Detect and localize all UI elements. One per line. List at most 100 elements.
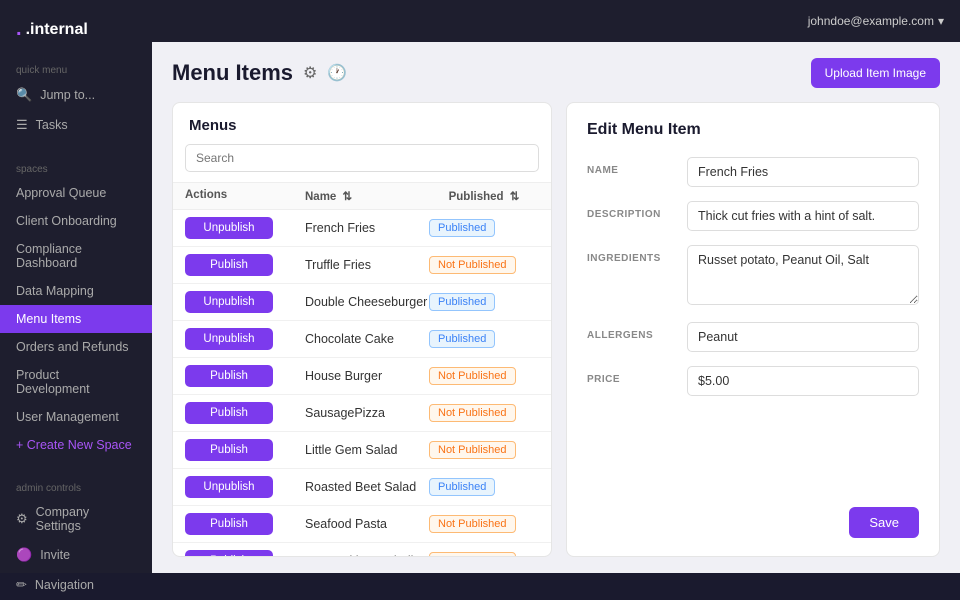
sidebar-item-navigation[interactable]: ✏ Navigation (0, 570, 152, 600)
chevron-down-icon: ▾ (938, 14, 944, 28)
sidebar-item-invite[interactable]: 🟣 Invite (0, 540, 152, 570)
col-actions: Actions (185, 189, 305, 203)
sidebar-label: Product Development (16, 368, 136, 396)
item-name: Seafood Pasta (305, 517, 429, 531)
status-badge: Not Published (429, 441, 516, 459)
table-row: Publish House Burger Not Published (173, 358, 551, 395)
unpublish-button[interactable]: Unpublish (185, 217, 273, 239)
status-badge: Not Published (429, 367, 516, 385)
upload-item-image-button[interactable]: Upload Item Image (811, 58, 940, 88)
publish-button[interactable]: Publish (185, 439, 273, 461)
app-name: .internal (26, 21, 88, 39)
search-input[interactable] (185, 144, 539, 172)
sidebar-item-client-onboarding[interactable]: Client Onboarding (0, 207, 152, 235)
quick-menu-label: Quick menu (0, 57, 152, 80)
status-cell: Not Published (429, 441, 539, 459)
item-name: Double Cheeseburger (305, 295, 429, 309)
publish-button[interactable]: Publish (185, 402, 273, 424)
panels: Menus Actions Name ⇅ Published ⇅ (172, 102, 940, 557)
unpublish-button[interactable]: Unpublish (185, 291, 273, 313)
status-cell: Published (429, 330, 539, 348)
col-name: Name ⇅ (305, 189, 429, 203)
sidebar-item-approval-queue[interactable]: Approval Queue (0, 179, 152, 207)
table-header: Actions Name ⇅ Published ⇅ (173, 182, 551, 210)
save-button[interactable]: Save (849, 507, 919, 538)
table-row: Publish Seafood Pasta Not Published (173, 506, 551, 543)
unpublish-button[interactable]: Unpublish (185, 476, 273, 498)
user-email: johndoe@example.com (808, 14, 934, 28)
price-field: PRICE (587, 366, 919, 396)
action-cell: Publish (185, 402, 305, 424)
description-input[interactable] (687, 201, 919, 231)
action-cell: Publish (185, 513, 305, 535)
sidebar-item-product-development[interactable]: Product Development (0, 361, 152, 403)
item-name: French Fries (305, 221, 429, 235)
status-cell: Not Published (429, 404, 539, 422)
item-name: SausagePizza (305, 406, 429, 420)
action-cell: Publish (185, 365, 305, 387)
allergens-label: ALLERGENS (587, 322, 687, 352)
publish-button[interactable]: Publish (185, 550, 273, 556)
menus-title: Menus (189, 117, 237, 134)
page-title-row: Menu Items ⚙ 🕐 (172, 60, 347, 86)
main-area: johndoe@example.com ▾ Menu Items ⚙ 🕐 Upl… (152, 0, 960, 573)
sidebar-label: Menu Items (16, 312, 81, 326)
sort-icon-published[interactable]: ⇅ (510, 191, 520, 203)
name-input[interactable] (687, 157, 919, 187)
allergens-input[interactable] (687, 322, 919, 352)
admin-controls-label: Admin controls (0, 475, 152, 498)
app-logo: ..internal (0, 12, 152, 57)
sidebar-item-compliance-dashboard[interactable]: Compliance Dashboard (0, 235, 152, 277)
sidebar-label: Navigation (35, 578, 94, 592)
publish-button[interactable]: Publish (185, 254, 273, 276)
sidebar-item-tasks[interactable]: ☰ Tasks (0, 110, 152, 140)
publish-button[interactable]: Publish (185, 513, 273, 535)
publish-button[interactable]: Publish (185, 365, 273, 387)
page-title: Menu Items (172, 60, 293, 86)
item-name: Roasted Beet Salad (305, 480, 429, 494)
sidebar-label: Client Onboarding (16, 214, 117, 228)
sidebar-item-user-management[interactable]: User Management (0, 403, 152, 431)
edit-footer: Save (587, 507, 919, 538)
sidebar-item-company-settings[interactable]: ⚙ Company Settings (0, 498, 152, 540)
description-field: DESCRIPTION (587, 201, 919, 231)
menus-panel-header: Menus (173, 103, 551, 144)
action-cell: Unpublish (185, 328, 305, 350)
col-published: Published ⇅ (429, 189, 539, 203)
item-name: Chocolate Cake (305, 332, 429, 346)
action-cell: Publish (185, 254, 305, 276)
ingredients-field: INGREDIENTS (587, 245, 919, 308)
tasks-label: Tasks (36, 118, 68, 132)
col-name-label: Name (305, 191, 336, 203)
settings-icon[interactable]: ⚙ (303, 63, 317, 83)
table-row: Unpublish Double Cheeseburger Published (173, 284, 551, 321)
sidebar-item-menu-items[interactable]: Menu Items (0, 305, 152, 333)
price-input[interactable] (687, 366, 919, 396)
sidebar-item-jump-to[interactable]: 🔍 Jump to... (0, 80, 152, 110)
clock-icon[interactable]: 🕐 (327, 63, 347, 83)
table-row: Publish Little Gem Salad Not Published (173, 432, 551, 469)
list-icon: ☰ (16, 117, 28, 133)
ingredients-input[interactable] (687, 245, 919, 305)
action-cell: Publish (185, 439, 305, 461)
jump-to-label: Jump to... (40, 88, 95, 102)
page-header: Menu Items ⚙ 🕐 Upload Item Image (172, 58, 940, 88)
page-content: Menu Items ⚙ 🕐 Upload Item Image Menus A… (152, 42, 960, 573)
sidebar-item-orders-and-refunds[interactable]: Orders and Refunds (0, 333, 152, 361)
item-name: Little Gem Salad (305, 443, 429, 457)
table-row: Publish SausagePizza Not Published (173, 395, 551, 432)
col-published-label: Published (449, 191, 504, 203)
unpublish-button[interactable]: Unpublish (185, 328, 273, 350)
action-cell: Unpublish (185, 217, 305, 239)
table-row: Publish Truffle Fries Not Published (173, 247, 551, 284)
sidebar-label: Data Mapping (16, 284, 94, 298)
sidebar-item-data-mapping[interactable]: Data Mapping (0, 277, 152, 305)
status-badge: Not Published (429, 404, 516, 422)
search-box (185, 144, 539, 172)
spaces-label: Spaces (0, 156, 152, 179)
create-new-space-button[interactable]: + Create New Space (0, 431, 152, 459)
name-label: NAME (587, 157, 687, 187)
status-badge: Published (429, 478, 495, 496)
user-menu[interactable]: johndoe@example.com ▾ (808, 14, 944, 28)
sort-icon[interactable]: ⇅ (343, 191, 353, 203)
